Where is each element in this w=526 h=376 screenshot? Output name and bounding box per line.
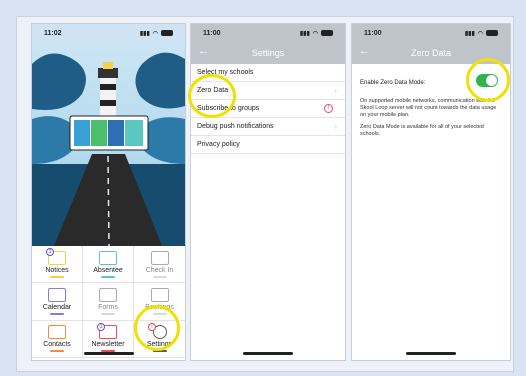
location-pin-icon [150, 250, 169, 265]
tile-label: Forms [98, 303, 118, 311]
zero-data-highlight-circle [188, 74, 236, 118]
tile-absentee[interactable]: Absentee [83, 246, 134, 284]
tile-check-in[interactable]: Check In [134, 246, 185, 284]
home-indicator [243, 352, 293, 355]
settings-highlight-circle [134, 305, 180, 351]
notification-badge: 1 [46, 248, 54, 256]
tile-notices[interactable]: 1 Notices [32, 246, 83, 284]
envelope-icon [99, 250, 117, 265]
tile-forms[interactable]: Forms [83, 283, 134, 321]
settings-item-label: Privacy policy [197, 141, 240, 148]
bookings-icon [150, 287, 169, 302]
tile-label: Calendar [42, 303, 72, 311]
tile-label: Contacts [43, 341, 71, 349]
alert-icon: ! [324, 104, 333, 113]
tile-underline [101, 275, 115, 278]
back-arrow-icon[interactable]: ← [359, 45, 370, 57]
status-time: 11:00 [364, 29, 382, 37]
settings-item-label: Debug push notifications [197, 123, 274, 130]
home-indicator [406, 352, 456, 355]
form-icon [99, 287, 117, 302]
tile-underline [152, 275, 167, 278]
tile-calendar[interactable]: Calendar [32, 283, 83, 321]
tile-underline [50, 275, 64, 278]
navigation-bar: ← Settings [191, 42, 345, 64]
status-time: 11:02 [44, 29, 62, 37]
page-title: Settings [251, 48, 285, 58]
calendar-icon [48, 287, 66, 302]
tile-label: Check In [145, 266, 174, 274]
zero-data-availability-note: Zero Data Mode is available for all of y… [360, 124, 484, 137]
setting-label: Enable Zero Data Mode: [360, 80, 426, 86]
chevron-right-icon: › [334, 122, 337, 131]
tile-underline [50, 350, 64, 353]
settings-item-privacy-policy[interactable]: Privacy policy [191, 136, 345, 154]
status-bar: 11:02 ▮▮▮ ◠ [32, 24, 185, 42]
settings-item-debug-push-notifications[interactable]: Debug push notifications › [191, 118, 345, 136]
notification-badge: 1 [97, 322, 105, 331]
contacts-icon [48, 325, 66, 340]
status-icons: ▮▮▮ ◠ [140, 30, 173, 37]
tile-underline [101, 312, 115, 315]
status-bar: 11:00 ▮▮▮ ◠ [352, 24, 510, 42]
zero-data-description: On supported mobile networks, communicat… [360, 98, 497, 118]
status-icons: ▮▮▮ ◠ [465, 30, 498, 37]
hero-illustration [32, 24, 185, 246]
tile-underline [50, 312, 64, 315]
back-arrow-icon[interactable]: ← [198, 45, 209, 57]
toggle-highlight-circle [466, 58, 510, 102]
status-icons: ▮▮▮ ◠ [300, 30, 333, 37]
chevron-right-icon: › [334, 86, 337, 95]
status-bar: 11:00 ▮▮▮ ◠ [191, 24, 345, 42]
status-time: 11:00 [203, 29, 221, 37]
tile-label: Absentee [93, 266, 123, 274]
tile-label: Newsletter [91, 341, 125, 349]
tile-contacts[interactable]: Contacts [32, 320, 83, 358]
page-title: Zero Data [410, 48, 452, 58]
home-indicator [83, 352, 134, 355]
tile-label: Notices [45, 266, 69, 274]
